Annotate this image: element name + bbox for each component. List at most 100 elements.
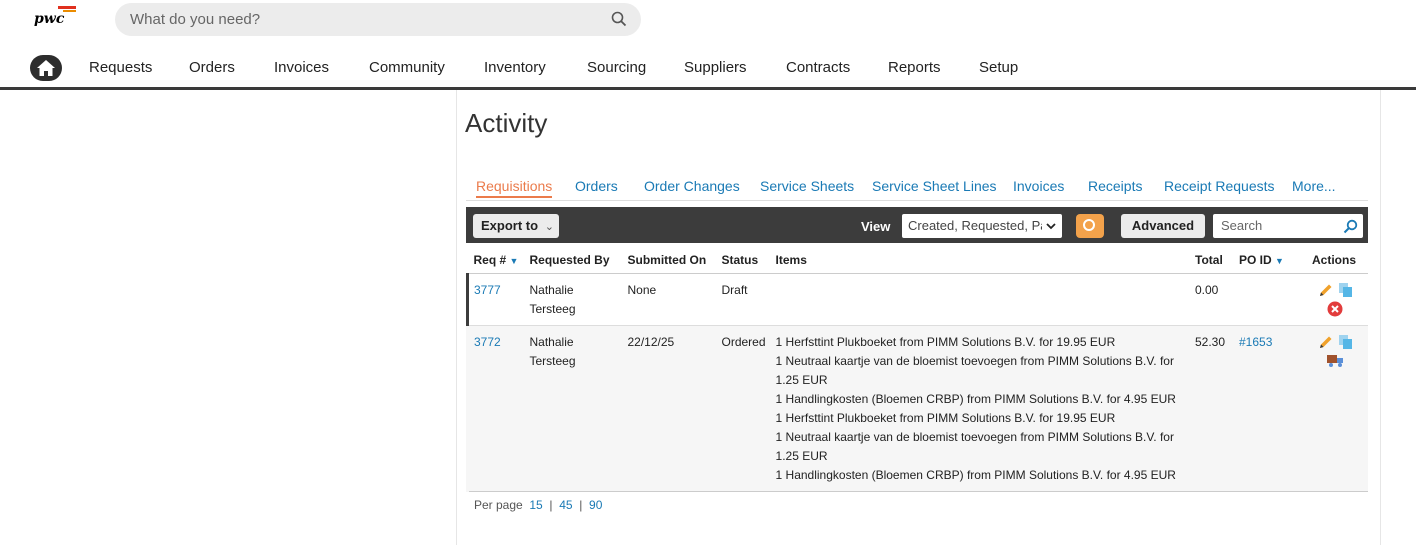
logo-bar	[58, 6, 76, 9]
requested-by-cell: Nathalie Tersteeg	[524, 325, 623, 492]
po-id-link[interactable]: #1653	[1239, 335, 1272, 349]
pwc-logo[interactable]: pwc	[34, 6, 82, 30]
global-search-placeholder: What do you need?	[130, 11, 261, 28]
per-page-label: Per page	[474, 498, 523, 512]
tab-receipts[interactable]: Receipts	[1088, 178, 1142, 194]
req-number-link[interactable]: 3772	[474, 335, 501, 349]
row-actions	[1305, 333, 1363, 371]
items-cell	[770, 273, 1190, 326]
items-cell: 1 Herfsttint Plukboeket from PIMM Soluti…	[770, 325, 1190, 492]
po-id-cell	[1234, 273, 1300, 326]
column-header-requested-by[interactable]: Requested By	[524, 247, 623, 274]
nav-item-community[interactable]: Community	[369, 59, 445, 76]
table-row: 3777 Nathalie Tersteeg None Draft 0.00	[466, 273, 1368, 326]
content-right-border	[1380, 90, 1381, 545]
copy-icon[interactable]	[1338, 334, 1354, 356]
sort-desc-icon: ▼	[1275, 256, 1284, 266]
view-select-value: Created, Requested, Pa	[908, 218, 1048, 233]
table-header-row: Req # ▼ Requested By Submitted On Status…	[467, 247, 1368, 274]
column-header-total[interactable]: Total	[1190, 247, 1234, 274]
home-icon[interactable]	[30, 55, 62, 81]
view-select[interactable]: Created, Requested, Pa	[902, 214, 1062, 238]
actions-cell	[1300, 325, 1368, 492]
tab-requisitions[interactable]: Requisitions	[476, 178, 553, 198]
item-line: 1 Handlingkosten (Bloemen CRBP) from PIM…	[775, 468, 1176, 482]
content-left-border	[456, 90, 457, 545]
tab-receipt-requests[interactable]: Receipt Requests	[1164, 178, 1275, 194]
table-search-input[interactable]: Search	[1213, 214, 1363, 238]
total-cell: 0.00	[1190, 273, 1234, 326]
actions-cell	[1300, 273, 1368, 326]
submitted-on-cell: 22/12/25	[622, 325, 717, 492]
search-icon[interactable]	[1343, 218, 1358, 242]
item-line: 1 Handlingkosten (Bloemen CRBP) from PIM…	[775, 392, 1176, 406]
per-page-option-45[interactable]: 45	[559, 498, 572, 512]
req-number-cell: 3777	[466, 273, 525, 326]
total-cell: 52.30	[1190, 325, 1234, 492]
nav-item-contracts[interactable]: Contracts	[786, 59, 850, 76]
activity-tabs: Requisitions Orders Order Changes Servic…	[466, 178, 1368, 201]
nav-item-inventory[interactable]: Inventory	[484, 59, 546, 76]
table-toolbar: Export to ⌄ View Created, Requested, Pa …	[466, 207, 1368, 243]
item-line: 1 Herfsttint Plukboeket from PIMM Soluti…	[775, 411, 1116, 425]
tab-order-changes[interactable]: Order Changes	[644, 178, 740, 194]
tab-invoices[interactable]: Invoices	[1013, 178, 1064, 194]
export-button[interactable]: Export to ⌄	[473, 214, 559, 238]
column-header-req[interactable]: Req # ▼	[467, 247, 525, 274]
table-search-placeholder: Search	[1221, 218, 1263, 233]
item-line: 1 Neutraal kaartje van de bloemist toevo…	[775, 354, 1174, 387]
receive-truck-icon[interactable]	[1327, 354, 1345, 374]
advanced-button[interactable]: Advanced	[1121, 214, 1205, 238]
export-button-label: Export to	[481, 218, 539, 233]
recent-history-button[interactable]	[1076, 214, 1104, 238]
per-page-option-90[interactable]: 90	[589, 498, 602, 512]
view-label: View	[861, 219, 891, 234]
delete-icon[interactable]	[1327, 301, 1343, 323]
table-row: 3772 Nathalie Tersteeg 22/12/25 Ordered …	[466, 325, 1368, 492]
edit-pencil-icon[interactable]	[1318, 334, 1334, 356]
chevron-down-icon	[1042, 214, 1056, 238]
chevron-down-icon: ⌄	[544, 221, 554, 233]
req-number-cell: 3772	[466, 325, 525, 492]
row-actions	[1305, 281, 1363, 319]
item-line: 1 Neutraal kaartje van de bloemist toevo…	[775, 430, 1174, 463]
per-page-option-15[interactable]: 15	[529, 498, 542, 512]
column-header-submitted-on[interactable]: Submitted On	[622, 247, 717, 274]
nav-item-orders[interactable]: Orders	[189, 59, 235, 76]
req-number-link[interactable]: 3777	[474, 283, 501, 297]
column-header-actions: Actions	[1300, 247, 1368, 274]
pager-separator: |	[549, 498, 553, 512]
main-nav: Requests Orders Invoices Community Inven…	[0, 53, 1416, 90]
pager-separator: |	[579, 498, 583, 512]
nav-item-setup[interactable]: Setup	[979, 59, 1018, 76]
submitted-on-cell: None	[622, 273, 717, 326]
nav-item-invoices[interactable]: Invoices	[274, 59, 329, 76]
column-header-po-id[interactable]: PO ID ▼	[1234, 247, 1300, 274]
logo-text: pwc	[34, 11, 65, 27]
po-id-cell: #1653	[1234, 325, 1300, 492]
search-icon[interactable]	[611, 3, 627, 38]
nav-item-sourcing[interactable]: Sourcing	[587, 59, 646, 76]
nav-item-reports[interactable]: Reports	[888, 59, 941, 76]
item-line: 1 Herfsttint Plukboeket from PIMM Soluti…	[775, 335, 1116, 349]
pagination: Per page 15 | 45 | 90	[474, 498, 602, 512]
nav-item-requests[interactable]: Requests	[89, 59, 152, 76]
tab-more[interactable]: More...	[1292, 178, 1336, 194]
column-header-status[interactable]: Status	[716, 247, 771, 274]
sort-desc-icon: ▼	[509, 256, 519, 266]
requisitions-table: Req # ▼ Requested By Submitted On Status…	[466, 247, 1368, 492]
nav-item-suppliers[interactable]: Suppliers	[684, 59, 747, 76]
column-header-req-label: Req #	[473, 253, 507, 267]
requested-by-cell: Nathalie Tersteeg	[524, 273, 623, 326]
clock-icon	[1083, 219, 1095, 231]
global-search-input[interactable]: What do you need?	[115, 3, 641, 36]
logo-bar-secondary	[63, 10, 76, 12]
tab-orders[interactable]: Orders	[575, 178, 618, 194]
page-title: Activity	[465, 108, 548, 138]
status-cell: Draft	[716, 273, 771, 326]
tab-service-sheet-lines[interactable]: Service Sheet Lines	[872, 178, 997, 194]
tab-service-sheets[interactable]: Service Sheets	[760, 178, 854, 194]
nav-divider	[0, 87, 1416, 90]
status-cell: Ordered	[716, 325, 771, 492]
column-header-items[interactable]: Items	[770, 247, 1190, 274]
